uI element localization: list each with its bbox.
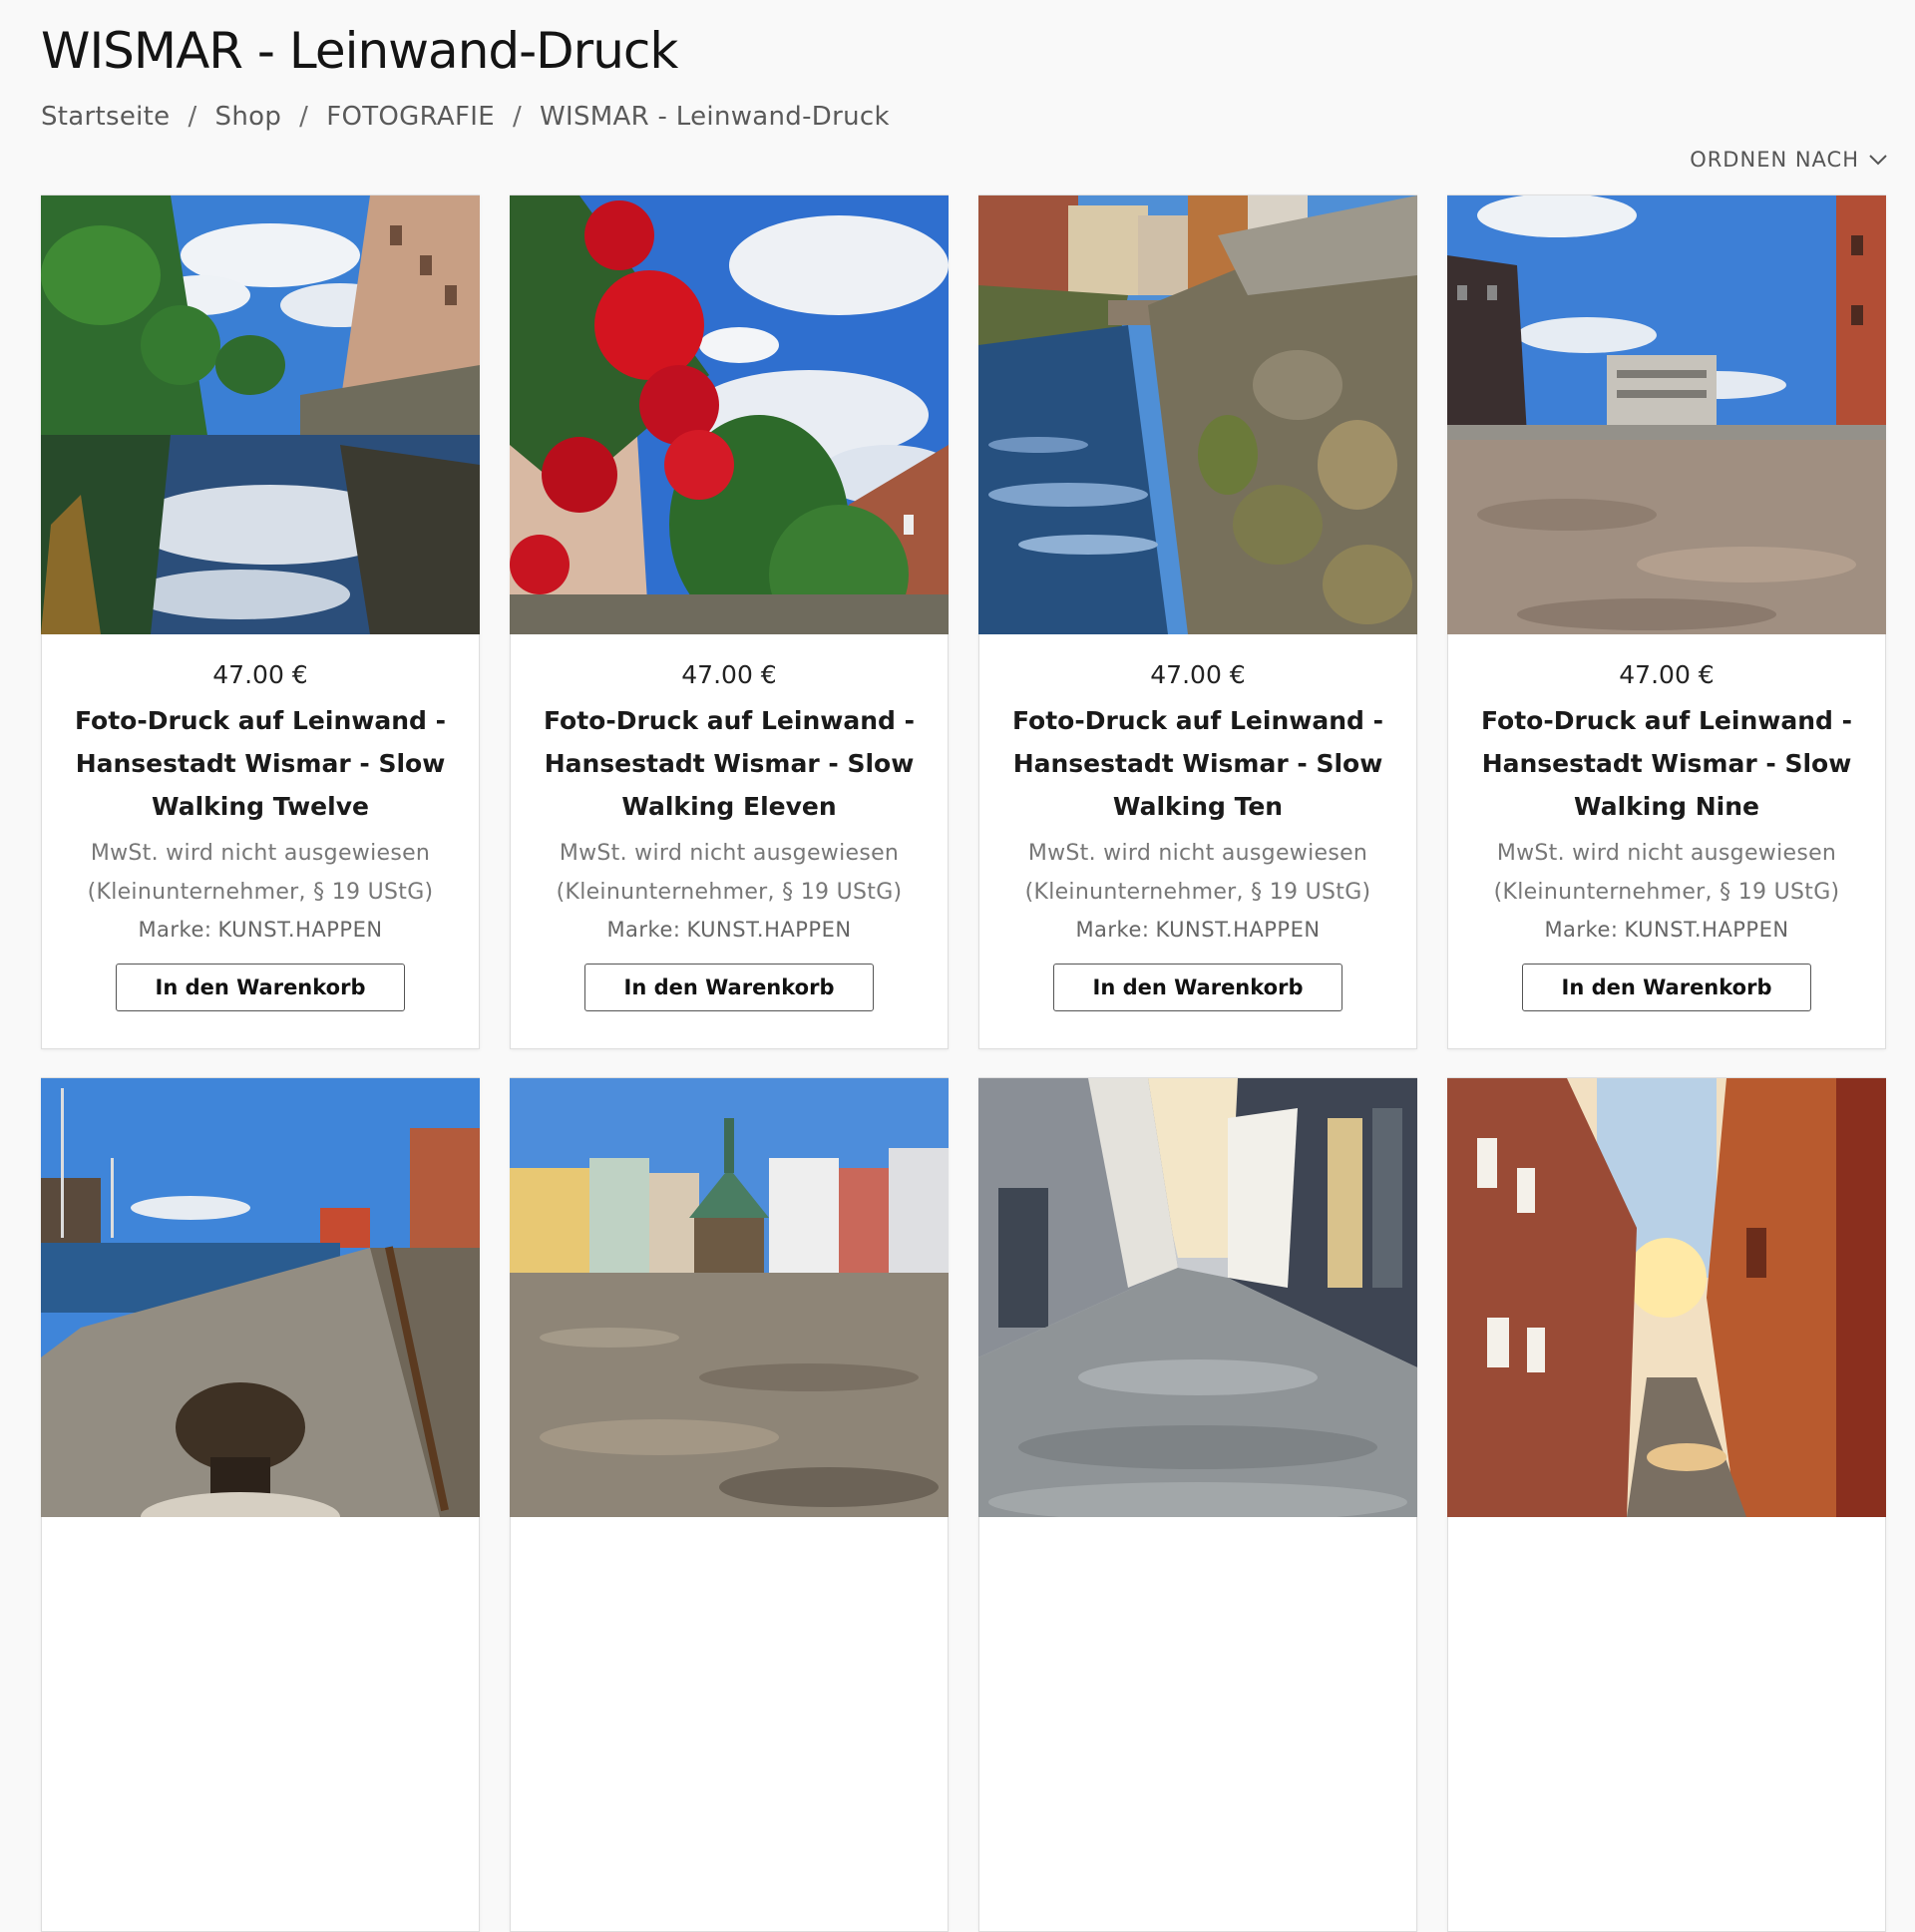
breadcrumb-separator: /	[299, 102, 309, 132]
sort-dropdown[interactable]: ORDNEN NACH	[1690, 148, 1889, 172]
product-price: 47.00 €	[681, 660, 777, 689]
brand-line: Marke: KUNST.HAPPEN	[1075, 918, 1320, 942]
product-price: 47.00 €	[1150, 660, 1246, 689]
sort-label: ORDNEN NACH	[1690, 148, 1859, 172]
brand-name[interactable]: KUNST.HAPPEN	[1155, 918, 1320, 942]
add-to-cart-button[interactable]: In den Warenkorb	[584, 964, 874, 1011]
breadcrumb-link-shop[interactable]: Shop	[215, 102, 282, 132]
product-title[interactable]: Foto-Druck auf Leinwand - Hansestadt Wis…	[540, 699, 919, 828]
product-image[interactable]	[978, 195, 1417, 634]
breadcrumb-link-fotografie[interactable]: FOTOGRAFIE	[326, 102, 495, 132]
product-image[interactable]	[510, 1078, 949, 1517]
breadcrumb-separator: /	[188, 102, 197, 132]
tax-note: MwSt. wird nicht ausgewiesen (Kleinunter…	[556, 841, 903, 905]
breadcrumb-current: WISMAR - Leinwand-Druck	[540, 102, 890, 132]
brand-label: Marke:	[606, 918, 681, 942]
product-title[interactable]: Foto-Druck auf Leinwand - Hansestadt Wis…	[71, 699, 450, 828]
product-grid: 47.00 € Foto-Druck auf Leinwand - Hanses…	[41, 194, 1886, 1932]
product-card	[1447, 1077, 1886, 1932]
product-image[interactable]	[41, 1078, 480, 1517]
product-image[interactable]	[510, 195, 949, 634]
product-card: 47.00 € Foto-Druck auf Leinwand - Hanses…	[510, 194, 949, 1049]
breadcrumb-link-home[interactable]: Startseite	[41, 102, 170, 132]
product-image[interactable]	[1447, 1078, 1886, 1517]
product-card: 47.00 € Foto-Druck auf Leinwand - Hanses…	[978, 194, 1417, 1049]
breadcrumb-separator: /	[512, 102, 523, 132]
add-to-cart-button[interactable]: In den Warenkorb	[116, 964, 405, 1011]
brand-label: Marke:	[1075, 918, 1150, 942]
brand-name[interactable]: KUNST.HAPPEN	[217, 918, 382, 942]
product-image[interactable]	[41, 195, 480, 634]
product-image[interactable]	[1447, 195, 1886, 634]
add-to-cart-button[interactable]: In den Warenkorb	[1053, 964, 1342, 1011]
brand-name[interactable]: KUNST.HAPPEN	[1624, 918, 1788, 942]
chevron-down-icon	[1869, 155, 1887, 166]
brand-line: Marke: KUNST.HAPPEN	[606, 918, 851, 942]
brand-line: Marke: KUNST.HAPPEN	[138, 918, 382, 942]
product-card	[978, 1077, 1417, 1932]
product-title[interactable]: Foto-Druck auf Leinwand - Hansestadt Wis…	[1477, 699, 1856, 828]
tax-note: MwSt. wird nicht ausgewiesen (Kleinunter…	[1493, 841, 1840, 905]
product-price: 47.00 €	[1619, 660, 1715, 689]
brand-label: Marke:	[1544, 918, 1619, 942]
product-card: 47.00 € Foto-Druck auf Leinwand - Hanses…	[41, 194, 480, 1049]
tax-note: MwSt. wird nicht ausgewiesen (Kleinunter…	[87, 841, 434, 905]
product-title[interactable]: Foto-Druck auf Leinwand - Hansestadt Wis…	[1008, 699, 1387, 828]
product-card: 47.00 € Foto-Druck auf Leinwand - Hanses…	[1447, 194, 1886, 1049]
product-card	[41, 1077, 480, 1932]
brand-name[interactable]: KUNST.HAPPEN	[686, 918, 851, 942]
add-to-cart-button[interactable]: In den Warenkorb	[1522, 964, 1811, 1011]
brand-label: Marke:	[138, 918, 212, 942]
product-card	[510, 1077, 949, 1932]
breadcrumb: Startseite / Shop / FOTOGRAFIE / WISMAR - Lein…	[41, 102, 890, 132]
product-image[interactable]	[978, 1078, 1417, 1517]
brand-line: Marke: KUNST.HAPPEN	[1544, 918, 1788, 942]
product-price: 47.00 €	[212, 660, 308, 689]
tax-note: MwSt. wird nicht ausgewiesen (Kleinunter…	[1024, 841, 1371, 905]
page-title: WISMAR - Leinwand-Druck	[41, 22, 678, 80]
